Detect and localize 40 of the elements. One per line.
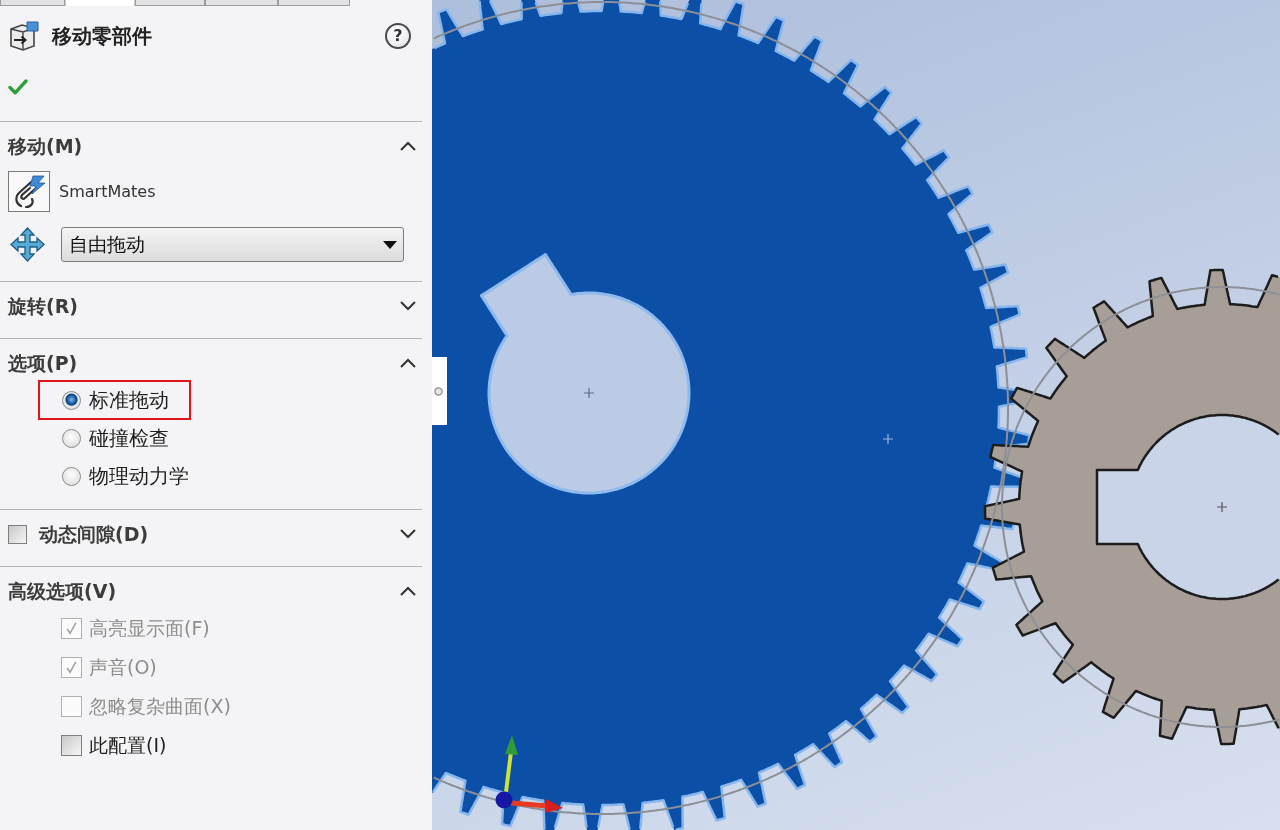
center-mark-icon: [882, 433, 894, 445]
section-title: 选项(P): [8, 350, 78, 376]
drag-mode-dropdown[interactable]: 自由拖动: [61, 227, 404, 262]
smartmates-button[interactable]: [8, 171, 50, 212]
axis-triad-icon: [495, 735, 563, 813]
panel-tab[interactable]: [135, 0, 205, 6]
caret-icon: [383, 240, 397, 249]
center-mark-icon: [1216, 501, 1228, 513]
radio-button[interactable]: [62, 428, 81, 448]
chevron-down-icon[interactable]: [400, 529, 416, 539]
option-label[interactable]: 此配置(I): [89, 731, 167, 760]
help-button[interactable]: ?: [385, 23, 411, 49]
option-label[interactable]: 物理动力学: [89, 461, 189, 491]
radio-button[interactable]: [62, 466, 81, 486]
section-title: 高级选项(V): [8, 578, 117, 604]
panel-collapse-handle[interactable]: [432, 357, 447, 425]
option-label[interactable]: 碰撞检查: [89, 423, 169, 453]
section-title: 移动(M): [8, 133, 83, 159]
panel-tab[interactable]: [0, 0, 65, 6]
panel-tab[interactable]: [278, 0, 350, 6]
panel-tab[interactable]: [65, 0, 135, 6]
panel-title: 移动零部件: [52, 23, 152, 50]
option-label[interactable]: 标准拖动: [89, 385, 169, 415]
chevron-up-icon[interactable]: [400, 141, 416, 151]
section-title: 旋转(R): [8, 293, 78, 319]
move-arrows-icon: [10, 227, 45, 262]
checkmark-icon[interactable]: [8, 77, 28, 96]
handle-dot-icon: [434, 386, 443, 396]
section-title: 动态间隙(D): [39, 521, 149, 547]
panel-tab[interactable]: [205, 0, 278, 6]
radio-button[interactable]: [62, 390, 81, 410]
center-mark-icon: [583, 387, 595, 399]
paperclip-icon: [12, 174, 46, 209]
chevron-up-icon[interactable]: [400, 358, 416, 368]
checkbox[interactable]: [8, 524, 27, 544]
chevron-down-icon[interactable]: [400, 301, 416, 311]
box-arrow-icon: [8, 20, 40, 52]
smartmates-label: SmartMates: [59, 180, 156, 203]
chevron-up-icon[interactable]: [400, 586, 416, 596]
checkbox[interactable]: [61, 735, 82, 756]
